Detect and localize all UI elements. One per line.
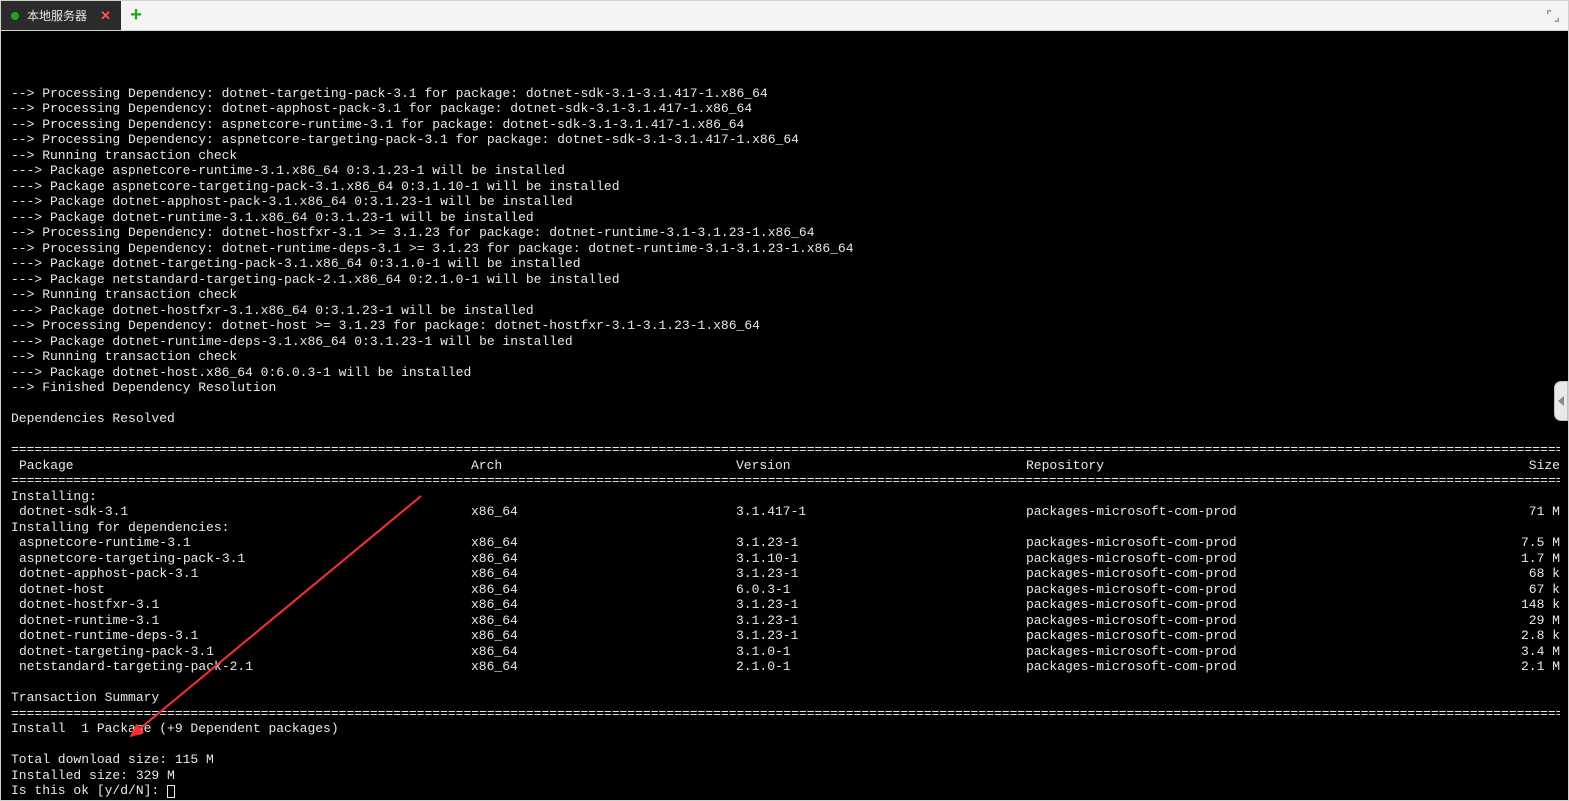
- terminal-line: ---> Package aspnetcore-targeting-pack-3…: [11, 179, 1560, 195]
- cursor-icon: [167, 785, 175, 798]
- terminal-line: --> Processing Dependency: dotnet-hostfx…: [11, 225, 1560, 241]
- terminal-prompt[interactable]: Is this ok [y/d/N]:: [11, 783, 1560, 799]
- package-row: dotnet-hostx86_646.0.3-1packages-microso…: [11, 582, 1560, 598]
- terminal-divider: ========================================…: [11, 442, 1560, 458]
- terminal-line: Dependencies Resolved: [11, 411, 1560, 427]
- terminal-divider: ========================================…: [11, 473, 1560, 489]
- terminal-line: ---> Package netstandard-targeting-pack-…: [11, 272, 1560, 288]
- terminal-divider: ========================================…: [11, 706, 1560, 722]
- terminal-line: [11, 675, 1560, 691]
- close-tab-icon[interactable]: ✕: [100, 8, 111, 24]
- terminal-line: ---> Package aspnetcore-runtime-3.1.x86_…: [11, 163, 1560, 179]
- sidebar-expand-handle[interactable]: [1554, 381, 1568, 421]
- terminal-line: ---> Package dotnet-apphost-pack-3.1.x86…: [11, 194, 1560, 210]
- terminal-line: --> Running transaction check: [11, 349, 1560, 365]
- terminal-line: --> Processing Dependency: dotnet-runtim…: [11, 241, 1560, 257]
- terminal-line: --> Processing Dependency: aspnetcore-ru…: [11, 117, 1560, 133]
- package-row: dotnet-hostfxr-3.1x86_643.1.23-1packages…: [11, 597, 1560, 613]
- terminal-line: --> Running transaction check: [11, 287, 1560, 303]
- terminal-line: --> Processing Dependency: aspnetcore-ta…: [11, 132, 1560, 148]
- package-row: dotnet-sdk-3.1x86_643.1.417-1packages-mi…: [11, 504, 1560, 520]
- terminal-line: ---> Package dotnet-runtime-deps-3.1.x86…: [11, 334, 1560, 350]
- tab-title: 本地服务器: [27, 7, 90, 24]
- terminal-line: Installing for dependencies:: [11, 520, 1560, 536]
- terminal-line: --> Processing Dependency: dotnet-apphos…: [11, 101, 1560, 117]
- package-row: dotnet-apphost-pack-3.1x86_643.1.23-1pac…: [11, 566, 1560, 582]
- terminal-line: --> Finished Dependency Resolution: [11, 380, 1560, 396]
- tab-bar: 本地服务器 ✕ +: [1, 1, 1568, 31]
- terminal-line: ---> Package dotnet-targeting-pack-3.1.x…: [11, 256, 1560, 272]
- terminal-line: [11, 427, 1560, 443]
- terminal-line: ---> Package dotnet-host.x86_64 0:6.0.3-…: [11, 365, 1560, 381]
- terminal-line: [11, 396, 1560, 412]
- add-tab-button[interactable]: +: [121, 1, 151, 30]
- package-row: dotnet-runtime-deps-3.1x86_643.1.23-1pac…: [11, 628, 1560, 644]
- terminal-line: Installing:: [11, 489, 1560, 505]
- terminal-line: --> Processing Dependency: dotnet-host >…: [11, 318, 1560, 334]
- terminal-line: ---> Package dotnet-runtime-3.1.x86_64 0…: [11, 210, 1560, 226]
- terminal-line: Install 1 Package (+9 Dependent packages…: [11, 721, 1560, 737]
- package-row: dotnet-targeting-pack-3.1x86_643.1.0-1pa…: [11, 644, 1560, 660]
- package-row: aspnetcore-runtime-3.1x86_643.1.23-1pack…: [11, 535, 1560, 551]
- fullscreen-icon[interactable]: [1546, 9, 1560, 23]
- terminal-output[interactable]: --> Processing Dependency: dotnet-target…: [1, 31, 1568, 800]
- terminal-line: [11, 737, 1560, 753]
- terminal-tab[interactable]: 本地服务器 ✕: [1, 1, 121, 30]
- package-row: dotnet-runtime-3.1x86_643.1.23-1packages…: [11, 613, 1560, 629]
- table-header-row: PackageArchVersionRepositorySize: [11, 458, 1560, 474]
- terminal-line: --> Running transaction check: [11, 148, 1560, 164]
- terminal-line: Total download size: 115 M: [11, 752, 1560, 768]
- package-row: netstandard-targeting-pack-2.1x86_642.1.…: [11, 659, 1560, 675]
- terminal-line: ---> Package dotnet-hostfxr-3.1.x86_64 0…: [11, 303, 1560, 319]
- terminal-line: Installed size: 329 M: [11, 768, 1560, 784]
- terminal-line: Transaction Summary: [11, 690, 1560, 706]
- connection-status-dot-icon: [11, 12, 19, 20]
- terminal-line: --> Processing Dependency: dotnet-target…: [11, 86, 1560, 102]
- package-row: aspnetcore-targeting-pack-3.1x86_643.1.1…: [11, 551, 1560, 567]
